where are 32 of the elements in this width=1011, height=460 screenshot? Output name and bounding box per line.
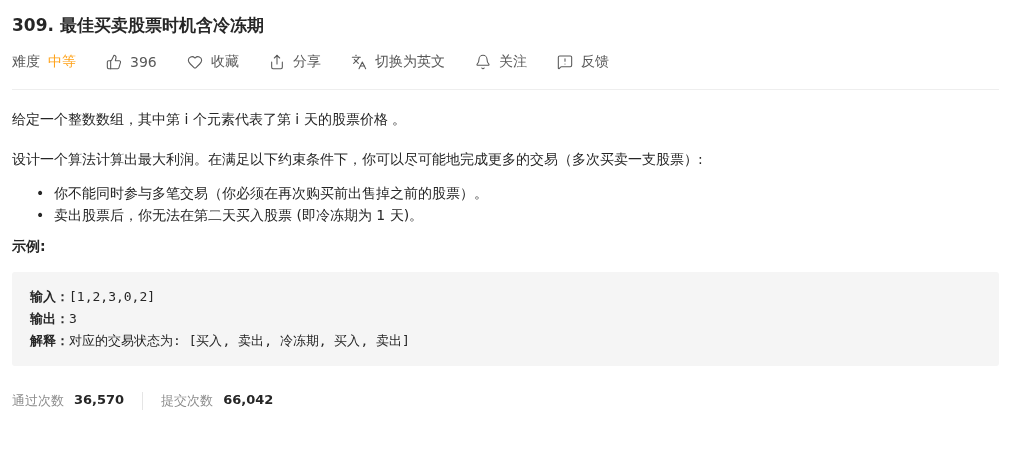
feedback-button[interactable]: 反馈 [556, 53, 609, 71]
stat-label: 提交次数 [161, 392, 214, 410]
stat-label: 通过次数 [12, 392, 64, 410]
constraint-item: 你不能同时参与多笔交易（你必须在再次购买前出售掉之前的股票）。 [54, 184, 489, 203]
example-label: 输入： [30, 288, 69, 306]
heart-icon [186, 54, 203, 70]
translate-button[interactable]: 切换为英文 [350, 53, 445, 71]
difficulty-label: 难度 [12, 53, 40, 71]
bullet-marker: • [36, 206, 44, 225]
share-icon [268, 54, 285, 70]
translate-icon [350, 54, 367, 70]
example-label: 输出： [30, 310, 69, 328]
constraint-item: 卖出股票后，你无法在第二天买入股票 (即冷冻期为 1 天)。 [54, 206, 425, 225]
stat-value: 66,042 [223, 392, 274, 409]
like-button[interactable]: 396 [106, 54, 157, 70]
description-paragraph: 给定一个整数数组，其中第 i 个元素代表了第 i 天的股票价格 。 [12, 110, 408, 129]
feedback-icon [556, 54, 573, 70]
favorite-button[interactable]: 收藏 [186, 53, 239, 71]
difficulty-value: 中等 [48, 53, 76, 71]
example-label: 解释： [30, 332, 69, 350]
example-heading: 示例: [12, 238, 47, 256]
bell-icon [474, 54, 491, 70]
example-value: 3 [69, 310, 77, 328]
follow-button[interactable]: 关注 [474, 53, 527, 71]
stat-value: 36,570 [74, 392, 125, 409]
thumbs-up-icon [106, 54, 122, 70]
problem-title: 309. 最佳买卖股票时机含冷冻期 [12, 14, 265, 37]
bullet-marker: • [36, 184, 44, 203]
share-button[interactable]: 分享 [268, 53, 321, 71]
example-value: 对应的交易状态为: [买入, 卖出, 冷冻期, 买入, 卖出] [69, 332, 410, 350]
example-value: [1,2,3,0,2] [69, 288, 156, 306]
description-paragraph: 设计一个算法计算出最大利润。在满足以下约束条件下，你可以尽可能地完成更多的交易（多次买卖一支股票）: [12, 150, 704, 169]
